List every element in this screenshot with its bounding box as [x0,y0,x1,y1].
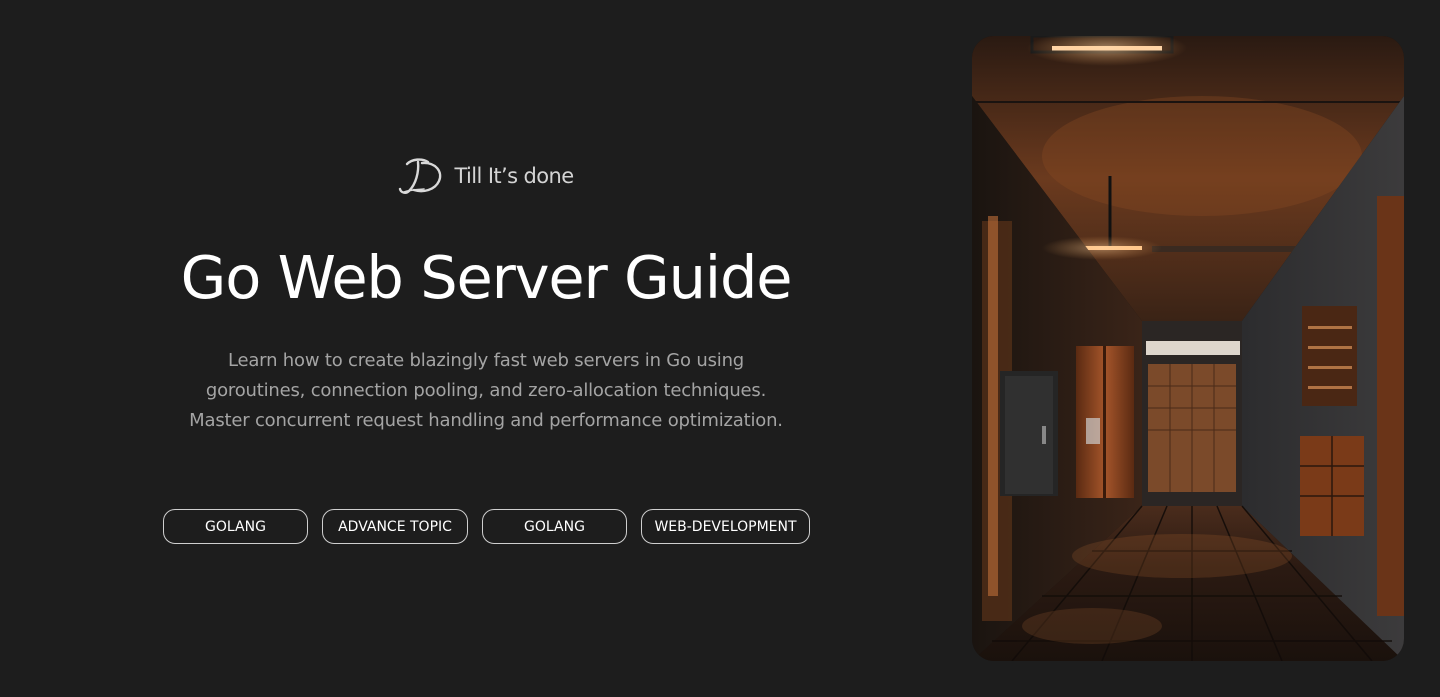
tag-golang[interactable]: GOLANG [163,509,308,544]
brand[interactable]: Till It’s done [130,156,842,196]
brand-name: Till It’s done [454,164,574,188]
description-line: Learn how to create blazingly fast web s… [227,350,745,371]
hero-image [972,36,1404,661]
tag-golang-2[interactable]: GOLANG [482,509,627,544]
page-title: Go Web Server Guide [180,243,793,312]
page: Till It’s done Go Web Server Guide Learn… [0,0,1440,697]
corridor-illustration [972,36,1404,661]
description-line: Master concurrent request handling and p… [189,410,783,431]
hero-content: Till It’s done Go Web Server Guide Learn… [130,0,842,697]
hero-description: Learn how to create blazingly fast web s… [130,346,842,436]
tag-web-development[interactable]: WEB-DEVELOPMENT [641,509,810,544]
signature-logo-icon [399,158,442,194]
description-line: goroutines, connection pooling, and zero… [205,380,767,401]
tag-list: GOLANG ADVANCE TOPIC GOLANG WEB-DEVELOPM… [163,509,810,544]
tag-advance-topic[interactable]: ADVANCE TOPIC [322,509,468,544]
